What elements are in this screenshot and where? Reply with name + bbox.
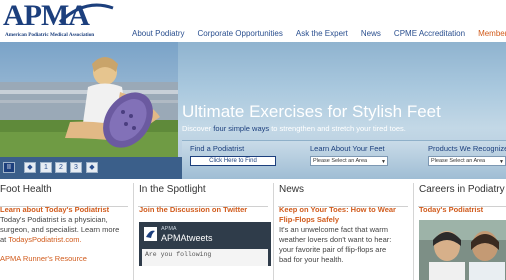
- site-header: APMA American Podiatric Medical Associat…: [0, 0, 506, 42]
- foot-health-body-line-1: Today's Podiatrist is a physician,: [0, 215, 108, 224]
- logo-subtitle: American Podiatric Medical Association: [5, 32, 95, 38]
- apmatweets-widget[interactable]: APMA APMAtweets Are you following: [139, 222, 271, 266]
- learn-feet-select-value: Please Select an Area: [313, 158, 368, 164]
- hero-photo: [0, 42, 178, 157]
- find-podiatrist-section: Find a Podiatrist Click Here to Find: [190, 144, 276, 166]
- products-label: Products We Recognize: [428, 144, 506, 153]
- hero-subtitle-post: to strengthen and stretch your tired toe…: [269, 124, 406, 133]
- foot-health-body-at: at: [0, 235, 9, 244]
- news-heading: News: [279, 184, 305, 195]
- flip-flops-link-line-2[interactable]: Flip-Flops Safely: [279, 215, 413, 225]
- spotlight-column: In the Spotlight Join the Discussion on …: [139, 184, 273, 280]
- prev-slide-button[interactable]: ◆: [24, 162, 36, 173]
- flip-flops-link-line-1[interactable]: Keep on Your Toes: How to Wear: [279, 205, 413, 215]
- spotlight-heading: In the Spotlight: [139, 184, 206, 195]
- hero-title: Ultimate Exercises for Stylish Feet: [182, 102, 441, 121]
- nav-ask-the-expert[interactable]: Ask the Expert: [296, 29, 348, 43]
- careers-todays-podiatrist-link[interactable]: Today's Podiatrist: [419, 205, 506, 215]
- slide-2-button[interactable]: 2: [55, 162, 67, 173]
- search-bar: Find a Podiatrist Click Here to Find Lea…: [182, 140, 506, 179]
- apma-bird-icon: [144, 227, 157, 241]
- pause-button[interactable]: II: [3, 162, 15, 173]
- todays-podiatrist-link[interactable]: Learn about Today's Podiatrist: [0, 205, 130, 215]
- careers-photo: [419, 220, 506, 280]
- podiatrists-group-image: [419, 220, 506, 280]
- tweets-body: Are you following: [142, 249, 268, 266]
- news-body-line-1: It's an unwelcome fact that warm: [279, 225, 388, 234]
- slide-3-button[interactable]: 3: [70, 162, 82, 173]
- slide-1-button[interactable]: 1: [40, 162, 52, 173]
- learn-feet-section: Learn About Your Feet Please Select an A…: [310, 144, 388, 166]
- nav-news[interactable]: News: [361, 29, 381, 43]
- news-body-line-2: weather lovers don't want to hear:: [279, 235, 392, 244]
- nav-members[interactable]: Members: [478, 29, 506, 43]
- learn-feet-label: Learn About Your Feet: [310, 144, 385, 153]
- apma-logo[interactable]: APMA American Podiatric Medical Associat…: [3, 0, 114, 43]
- slider-controls: II ◆ 1 2 3 ◆: [0, 157, 182, 179]
- products-select[interactable]: Please Select an Area ▼: [428, 156, 506, 166]
- column-divider: [413, 183, 414, 280]
- column-divider: [133, 183, 134, 280]
- nav-cpme-accreditation[interactable]: CPME Accreditation: [394, 29, 465, 43]
- twitter-discussion-link[interactable]: Join the Discussion on Twitter: [139, 205, 273, 215]
- logo-swoosh-icon: [58, 3, 114, 24]
- chevron-down-icon: ▼: [381, 159, 386, 165]
- main-nav: About Podiatry Corporate Opportunities A…: [132, 29, 506, 43]
- find-podiatrist-label: Find a Podiatrist: [190, 144, 245, 153]
- news-column: News Keep on Your Toes: How to Wear Flip…: [279, 184, 413, 280]
- runners-resource-link[interactable]: APMA Runner's Resource: [0, 254, 130, 264]
- chevron-down-icon: ▼: [499, 159, 504, 165]
- careers-heading: Careers in Podiatry: [419, 184, 505, 195]
- foot-health-column: Foot Health Learn about Today's Podiatri…: [0, 184, 130, 280]
- nav-corporate-opportunities[interactable]: Corporate Opportunities: [197, 29, 282, 43]
- foot-health-heading: Foot Health: [0, 184, 52, 195]
- column-divider: [273, 183, 274, 280]
- hero-subtitle-pre: Discover: [182, 124, 214, 133]
- products-section: Products We Recognize Please Select an A…: [428, 144, 506, 166]
- find-podiatrist-button[interactable]: Click Here to Find: [190, 156, 276, 166]
- hero-subtitle-highlight: four simple ways: [213, 124, 270, 133]
- next-slide-button[interactable]: ◆: [86, 162, 98, 173]
- woman-with-sandal-image: [0, 42, 178, 157]
- news-body-line-3: your favorite pair of flip-flops are: [279, 245, 387, 254]
- foot-health-body-line-3: at TodaysPodiatrist.com.: [0, 235, 130, 245]
- tweets-title: APMAtweets: [161, 233, 213, 243]
- learn-feet-select[interactable]: Please Select an Area ▼: [310, 156, 388, 166]
- todayspodiatrist-com-link[interactable]: TodaysPodiatrist.com.: [8, 235, 81, 244]
- foot-health-body-line-2: surgeon, and specialist. Learn more: [0, 225, 120, 234]
- tweets-apma-label: APMA: [161, 226, 177, 232]
- careers-column: Careers in Podiatry Today's Podiatrist: [419, 184, 506, 280]
- news-body-line-4: bad for your health.: [279, 255, 344, 264]
- products-select-value: Please Select an Area: [431, 158, 486, 164]
- hero-subtitle: Discover four simple ways to strengthen …: [182, 124, 406, 133]
- nav-about-podiatry[interactable]: About Podiatry: [132, 29, 184, 43]
